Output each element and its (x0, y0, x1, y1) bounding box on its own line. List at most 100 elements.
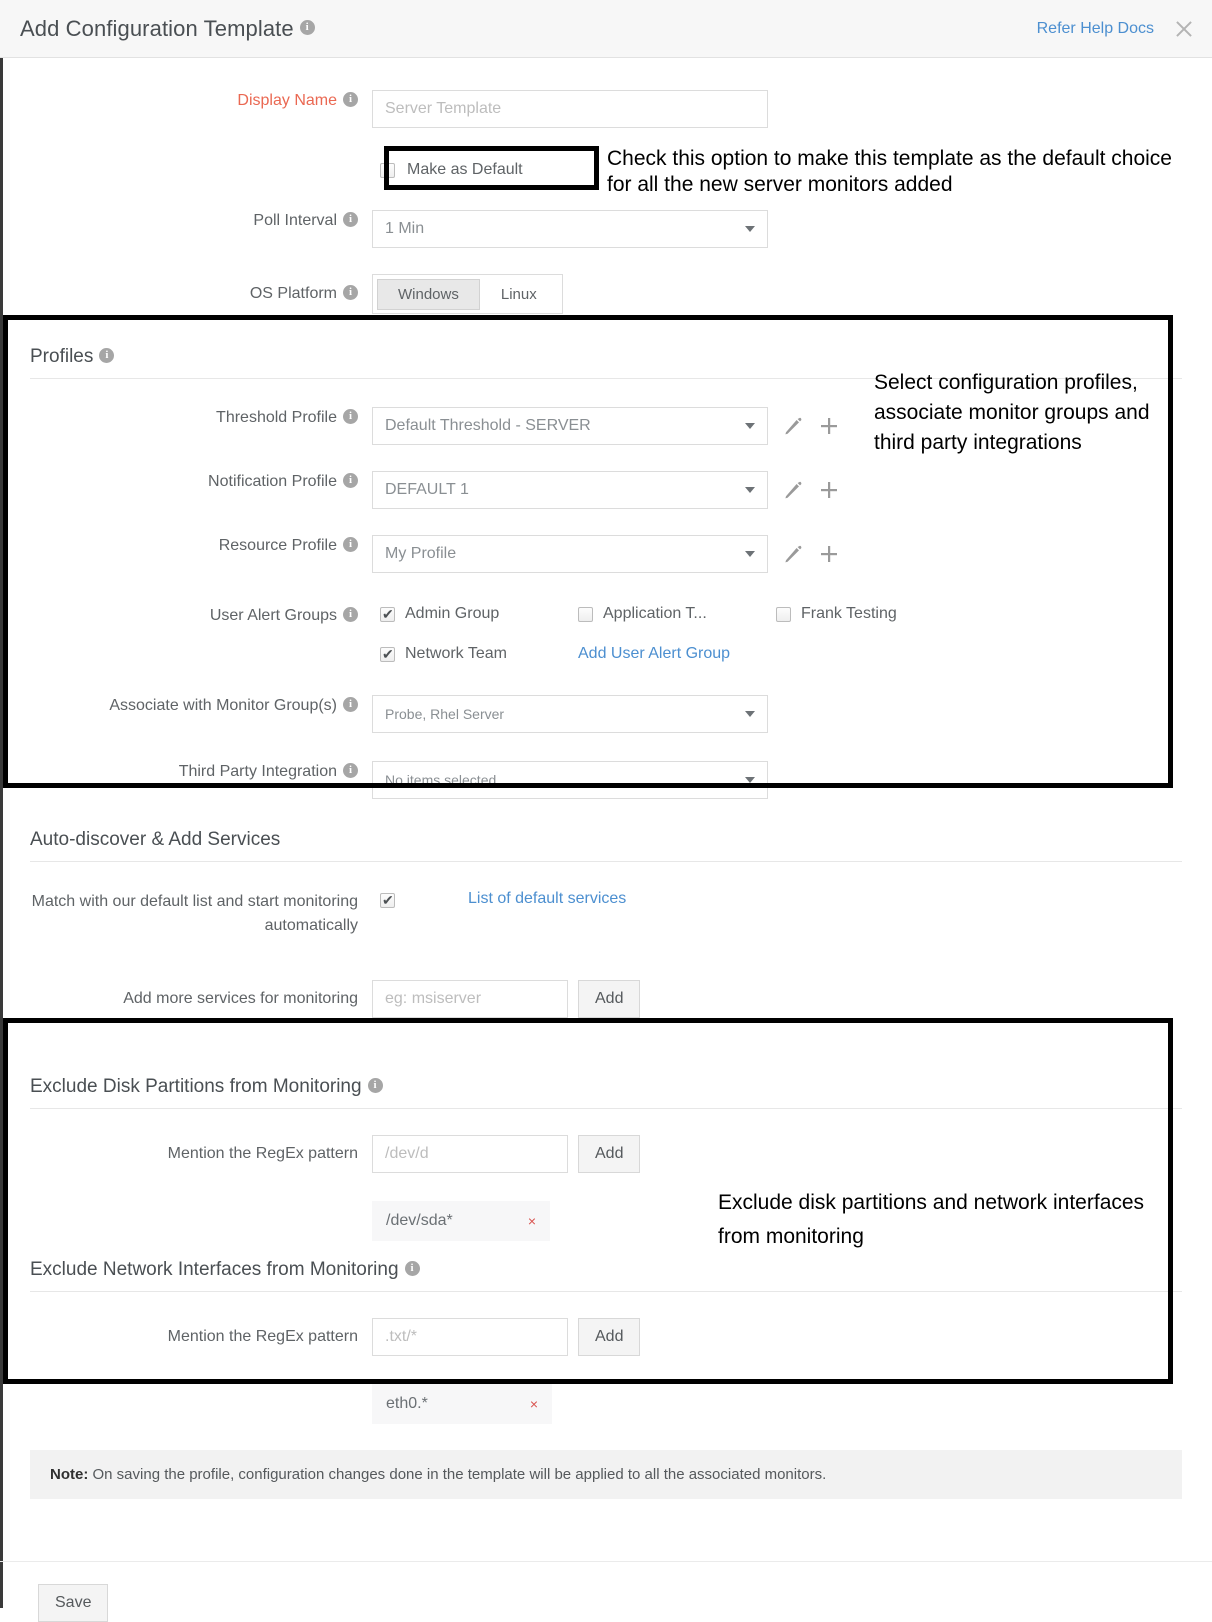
exclude-network-info-icon[interactable] (404, 1261, 420, 1277)
add-services-button[interactable]: Add (578, 980, 641, 1018)
row-network-chips: eth0.* × (0, 1384, 1212, 1424)
notification-profile-label: Notification Profile (0, 471, 372, 493)
alert-group-checkbox-frank[interactable] (776, 606, 791, 622)
notification-profile-value: DEFAULT 1 (385, 481, 469, 498)
monitor-groups-label: Associate with Monitor Group(s) (0, 695, 372, 717)
resource-profile-select[interactable]: My Profile (372, 535, 768, 573)
alert-group-item[interactable]: Network Team (380, 645, 578, 663)
match-default-checkbox[interactable] (380, 891, 395, 909)
chevron-down-icon (745, 551, 755, 557)
user-alert-groups-info-icon[interactable] (343, 607, 358, 623)
display-name-input[interactable] (372, 90, 768, 128)
threshold-profile-select[interactable]: Default Threshold - SERVER (372, 407, 768, 445)
annotation-text-make-default: Check this option to make this template … (607, 147, 1172, 197)
os-platform-windows-button[interactable]: Windows (377, 278, 480, 310)
alert-group-item[interactable]: Frank Testing (776, 605, 897, 623)
exclude-network-section: Exclude Network Interfaces from Monitori… (0, 1259, 1212, 1424)
row-poll-interval: Poll Interval 1 Min (0, 210, 1212, 248)
network-regex-add-button[interactable]: Add (578, 1318, 641, 1356)
make-default-checkbox[interactable] (380, 162, 395, 178)
network-regex-control: Add (372, 1318, 1212, 1356)
save-button[interactable]: Save (38, 1584, 109, 1622)
os-platform-linux-button[interactable]: Linux (480, 279, 558, 310)
note-bar: Note: On saving the profile, configurati… (30, 1450, 1182, 1499)
os-platform-segmented: Windows Linux (372, 274, 563, 314)
add-services-control: Add (372, 980, 1212, 1018)
resource-profile-value: My Profile (385, 545, 457, 562)
monitor-groups-info-icon[interactable] (343, 697, 358, 713)
os-platform-info-icon[interactable] (343, 285, 358, 301)
alert-group-item[interactable]: Admin Group (380, 605, 578, 623)
row-display-name: Display Name (0, 90, 1212, 128)
os-platform-control: Windows Linux (372, 274, 1212, 314)
monitor-groups-control: Probe, Rhel Server (372, 695, 1212, 733)
row-network-regex: Mention the RegEx pattern Add (0, 1318, 1212, 1356)
notification-profile-control: DEFAULT 1 (372, 471, 1212, 509)
alert-group-item[interactable]: Application T... (578, 605, 776, 623)
network-chips-control: eth0.* × (372, 1384, 1212, 1424)
title-info-icon[interactable] (299, 20, 315, 35)
chip-remove-icon[interactable]: × (520, 1213, 536, 1229)
match-default-label: Match with our default list and start mo… (31, 893, 358, 934)
chevron-down-icon (745, 226, 755, 232)
chevron-down-icon (745, 487, 755, 493)
pencil-icon[interactable] (782, 479, 804, 501)
network-regex-input[interactable] (372, 1318, 568, 1356)
alert-group-checkbox-admin[interactable] (380, 605, 395, 623)
alert-group-label: Admin Group (405, 605, 500, 622)
plus-icon[interactable] (818, 415, 840, 437)
add-services-input[interactable] (372, 980, 568, 1018)
profiles-info-icon[interactable] (99, 348, 115, 364)
row-third-party: Third Party Integration No items selecte… (0, 761, 1212, 799)
pencil-icon[interactable] (782, 543, 804, 565)
dialog-body: Display Name Make as Default Poll Interv… (0, 90, 1212, 1622)
add-services-label: Add more services for monitoring (123, 990, 358, 1007)
plus-icon[interactable] (818, 543, 840, 565)
resource-profile-info-icon[interactable] (343, 537, 358, 553)
notification-profile-info-icon[interactable] (343, 473, 358, 489)
display-name-control (372, 90, 1212, 128)
refer-help-docs-link[interactable]: Refer Help Docs (1037, 20, 1154, 38)
disk-regex-label: Mention the RegEx pattern (167, 1145, 358, 1162)
chevron-down-icon (745, 777, 755, 783)
disk-exclusion-chip: /dev/sda* × (372, 1201, 550, 1241)
user-alert-groups-label: User Alert Groups (0, 605, 372, 627)
os-platform-label: OS Platform (0, 274, 372, 305)
row-notification-profile: Notification Profile DEFAULT 1 (0, 471, 1212, 509)
user-alert-groups-control: Admin Group Application T... Frank Testi… (372, 605, 1212, 663)
close-icon[interactable] (1172, 17, 1196, 41)
row-monitor-groups: Associate with Monitor Group(s) Probe, R… (0, 695, 1212, 733)
exclude-disk-info-icon[interactable] (367, 1078, 383, 1094)
threshold-profile-value: Default Threshold - SERVER (385, 417, 591, 434)
threshold-profile-info-icon[interactable] (343, 409, 358, 425)
chevron-down-icon (745, 711, 755, 717)
alert-group-checkbox-network[interactable] (380, 645, 395, 663)
alert-group-checkbox-application[interactable] (578, 606, 593, 622)
poll-interval-label: Poll Interval (0, 210, 372, 232)
chip-label: eth0.* (386, 1395, 428, 1412)
disk-regex-add-button[interactable]: Add (578, 1135, 641, 1173)
poll-interval-select[interactable]: 1 Min (372, 210, 768, 248)
add-user-alert-group-link[interactable]: Add User Alert Group (578, 645, 730, 663)
poll-interval-info-icon[interactable] (343, 212, 358, 228)
notification-profile-select[interactable]: DEFAULT 1 (372, 471, 768, 509)
disk-regex-input[interactable] (372, 1135, 568, 1173)
third-party-label: Third Party Integration (0, 761, 372, 783)
display-name-info-icon[interactable] (343, 92, 358, 108)
row-resource-profile: Resource Profile My Profile (0, 535, 1212, 573)
plus-icon[interactable] (818, 479, 840, 501)
monitor-groups-select[interactable]: Probe, Rhel Server (372, 695, 768, 733)
list-of-default-services-link[interactable]: List of default services (468, 890, 626, 908)
row-os-platform: OS Platform Windows Linux (0, 274, 1212, 314)
pencil-icon[interactable] (782, 415, 804, 437)
chip-remove-icon[interactable]: × (522, 1396, 538, 1412)
annotation-text-exclude: Exclude disk partitions and network inte… (718, 1191, 1145, 1248)
third-party-value: No items selected (385, 772, 497, 788)
row-add-services: Add more services for monitoring Add (0, 980, 1212, 1018)
threshold-profile-label: Threshold Profile (0, 407, 372, 429)
third-party-info-icon[interactable] (343, 763, 358, 779)
chip-label: /dev/sda* (386, 1212, 453, 1229)
annotation-text-profiles: Select configuration profiles, associate… (874, 371, 1150, 455)
poll-interval-control: 1 Min (372, 210, 1212, 248)
third-party-select[interactable]: No items selected (372, 761, 768, 799)
